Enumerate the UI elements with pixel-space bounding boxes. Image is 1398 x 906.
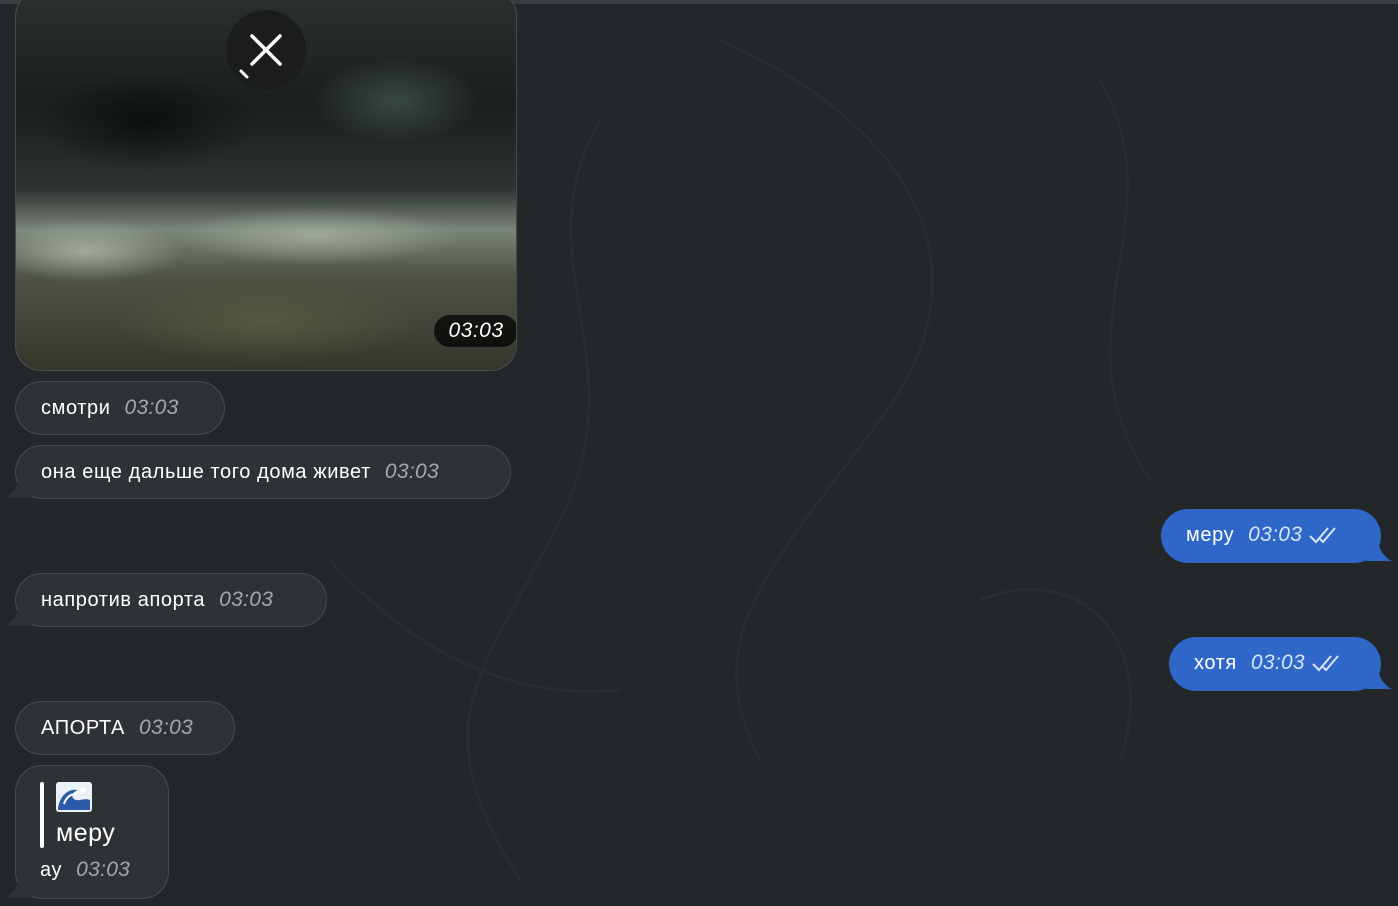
message-time: 03:03 xyxy=(76,858,131,881)
message-time: 03:03 xyxy=(1248,523,1303,546)
message-text: она еще дальше того дома живет xyxy=(41,461,371,483)
quoted-message-text: меру xyxy=(56,819,116,847)
incoming-message[interactable]: она еще дальше того дома живет 03:03 xyxy=(15,445,511,499)
bubble-tail xyxy=(1366,665,1392,689)
bubble-tail xyxy=(1366,537,1392,561)
message-text: смотри xyxy=(41,397,111,419)
bubble-tail xyxy=(5,602,31,626)
incoming-reply-message[interactable]: меру ау 03:03 xyxy=(15,765,169,899)
incoming-message[interactable]: АПОРТА 03:03 xyxy=(15,701,235,755)
message-text: меру xyxy=(1186,524,1235,546)
message-text: АПОРТА xyxy=(41,717,125,739)
outgoing-message[interactable]: хотя 03:03 xyxy=(1169,637,1381,691)
read-checkmarks-icon xyxy=(1312,655,1339,672)
message-time: 03:03 xyxy=(384,460,439,483)
message-time: 03:03 xyxy=(219,588,274,611)
reply-body: ау 03:03 xyxy=(40,858,130,882)
close-icon xyxy=(239,34,282,79)
message-text: хотя xyxy=(1194,652,1237,674)
message-text: напротив апорта xyxy=(41,589,206,611)
message-time: 03:03 xyxy=(1250,651,1305,674)
message-time: 03:03 xyxy=(138,716,194,739)
outgoing-message[interactable]: меру 03:03 xyxy=(1161,509,1381,563)
media-timestamp: 03:03 xyxy=(434,315,516,347)
reply-quote-bar xyxy=(40,782,44,848)
incoming-message[interactable]: напротив апорта 03:03 xyxy=(15,573,327,627)
read-checkmarks-icon xyxy=(1309,527,1336,544)
message-time: 03:03 xyxy=(124,396,179,419)
bubble-tail xyxy=(5,474,31,498)
wave-emoji-icon xyxy=(56,782,92,812)
incoming-message[interactable]: смотри 03:03 xyxy=(15,381,225,435)
message-text: ау xyxy=(40,859,63,881)
cancel-download-button[interactable] xyxy=(226,10,306,90)
bubble-tail xyxy=(5,874,31,898)
